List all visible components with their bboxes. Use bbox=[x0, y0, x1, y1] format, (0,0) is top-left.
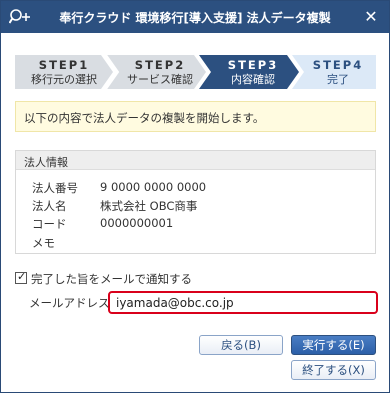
corp-number-label: 法人番号 bbox=[32, 181, 78, 195]
step-2: STEP2 サービス確認 bbox=[106, 55, 206, 89]
step-4-number: STEP4 bbox=[312, 58, 364, 72]
exit-button[interactable]: 終了する(X) bbox=[291, 360, 376, 380]
notify-checkbox[interactable] bbox=[15, 270, 27, 284]
notice-text: 以下の内容で法人データの複製を開始します。 bbox=[24, 111, 265, 125]
back-button[interactable]: 戻る(B) bbox=[199, 335, 283, 355]
notify-checkbox-row[interactable]: 完了した旨をメールで通知する bbox=[15, 270, 192, 286]
corp-info-panel: 法人情報 法人番号 9 0000 0000 0000 法人名 株式会社 OBC商… bbox=[15, 150, 376, 254]
corp-name-label: 法人名 bbox=[32, 199, 67, 213]
step-3-number: STEP3 bbox=[227, 58, 279, 72]
title-bar: 奉行クラウド 環境移行[導入支援] 法人データ複製 ✕ bbox=[1, 1, 389, 33]
corp-info-header: 法人情報 bbox=[16, 151, 375, 170]
step-4: STEP4 完了 bbox=[292, 55, 376, 89]
notice-banner: 以下の内容で法人データの複製を開始します。 bbox=[15, 101, 376, 132]
step-2-label: サービス確認 bbox=[127, 73, 193, 86]
notify-label[interactable]: 完了した旨をメールで通知する bbox=[31, 271, 192, 287]
email-field[interactable] bbox=[116, 295, 371, 311]
corp-number-value: 9 0000 0000 0000 bbox=[100, 180, 207, 194]
close-icon[interactable]: ✕ bbox=[361, 7, 381, 27]
step-4-label: 完了 bbox=[327, 73, 349, 86]
run-button[interactable]: 実行する(E) bbox=[291, 335, 376, 355]
corp-memo-label: メモ bbox=[32, 236, 55, 250]
corp-name-value: 株式会社 OBC商事 bbox=[100, 199, 198, 213]
corp-info-heading: 法人情報 bbox=[24, 156, 68, 169]
step-indicator: STEP1 移行元の選択 STEP2 サービス確認 STEP3 内容確認 STE… bbox=[15, 55, 376, 89]
step-3: STEP3 内容確認 bbox=[199, 55, 299, 89]
search-plus-icon bbox=[8, 8, 31, 26]
step-2-number: STEP2 bbox=[134, 58, 186, 72]
dialog-window: 奉行クラウド 環境移行[導入支援] 法人データ複製 ✕ STEP1 移行元の選択… bbox=[0, 0, 390, 393]
email-field-wrapper[interactable] bbox=[108, 291, 378, 314]
email-label: メールアドレス bbox=[29, 296, 110, 310]
corp-code-label: コード bbox=[32, 217, 67, 231]
step-1-number: STEP1 bbox=[38, 58, 90, 72]
window-title: 奉行クラウド 環境移行[導入支援] 法人データ複製 bbox=[59, 11, 331, 25]
corp-code-value: 0000000001 bbox=[100, 216, 174, 230]
step-1: STEP1 移行元の選択 bbox=[15, 55, 113, 89]
step-1-label: 移行元の選択 bbox=[31, 73, 97, 86]
step-3-label: 内容確認 bbox=[231, 73, 275, 86]
